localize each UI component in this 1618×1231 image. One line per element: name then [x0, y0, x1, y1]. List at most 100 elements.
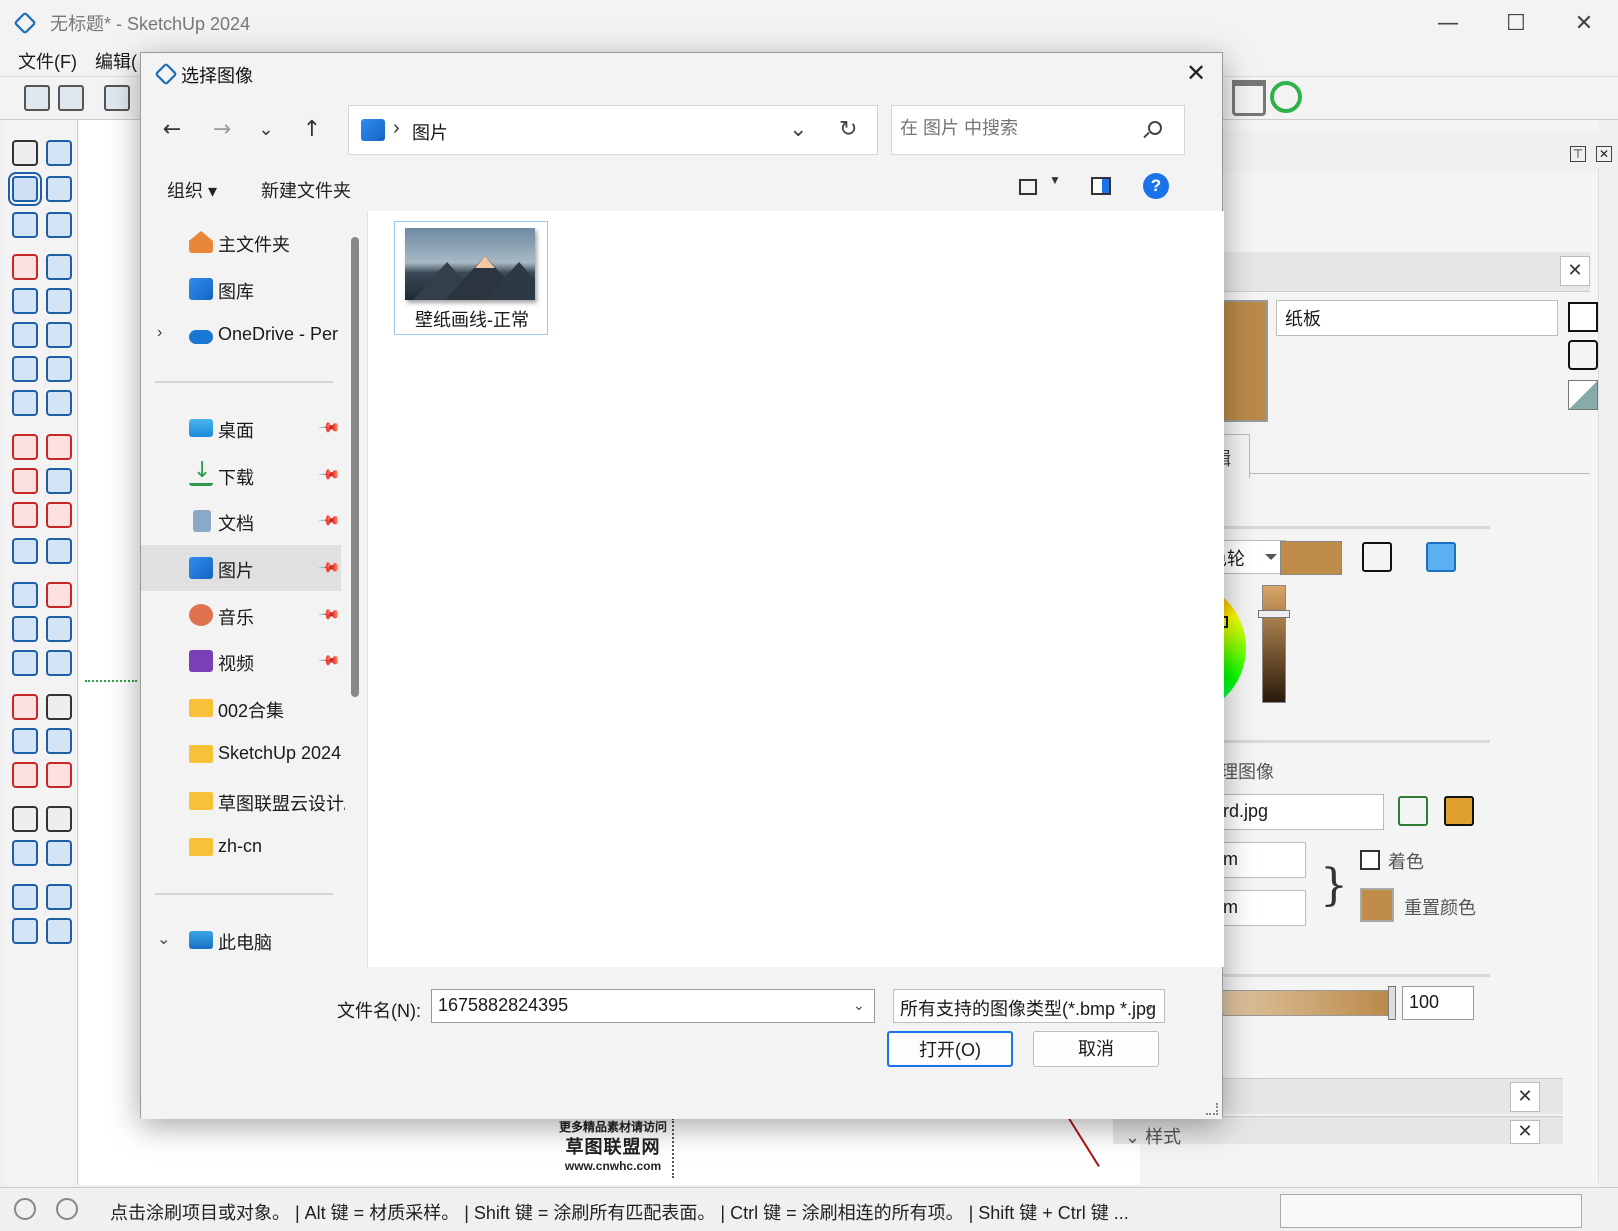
scale-icon[interactable] [12, 502, 38, 528]
rectangle-icon[interactable] [12, 288, 38, 314]
protractor-icon[interactable] [12, 616, 38, 642]
maximize-button[interactable]: ☐ [1482, 0, 1550, 46]
flip-icon[interactable] [12, 538, 38, 564]
zoom-extents-icon[interactable] [12, 762, 38, 788]
close-window-button[interactable]: ✕ [1550, 0, 1618, 46]
line-tool-icon[interactable] [12, 254, 38, 280]
match-color-model-icon[interactable] [1362, 542, 1392, 572]
search-box[interactable] [891, 105, 1185, 155]
nav-item-folder-cnwhc[interactable]: 草图联盟云设计/ [141, 778, 349, 824]
search-input[interactable] [900, 118, 1140, 139]
dialog-close-button[interactable]: ✕ [1176, 53, 1216, 93]
previous-view-icon[interactable] [46, 762, 72, 788]
chevron-down-icon[interactable]: ⌄ [157, 929, 170, 949]
help-icon[interactable]: ? [1143, 173, 1169, 199]
top-view-icon[interactable] [58, 85, 84, 111]
nav-item-pictures[interactable]: 图片 📌 [141, 545, 342, 591]
eraser-icon[interactable] [46, 176, 72, 202]
tag-icon[interactable] [46, 212, 72, 238]
rotate-icon[interactable] [12, 468, 38, 494]
zoom-icon[interactable] [12, 728, 38, 754]
tray-scrollbar[interactable] [1598, 168, 1616, 1183]
arc-icon[interactable] [12, 356, 38, 382]
filetype-dropdown-icon[interactable]: ⌄ [1143, 997, 1155, 1014]
tape-measure-icon[interactable] [12, 582, 38, 608]
nav-item-music[interactable]: 音乐 📌 [141, 592, 342, 638]
refresh-icon[interactable]: ↻ [839, 116, 857, 142]
dimension-icon[interactable] [46, 582, 72, 608]
arc2-icon[interactable] [46, 356, 72, 382]
3d-text-icon[interactable] [46, 650, 72, 676]
component-icon[interactable] [12, 212, 38, 238]
address-bar[interactable]: › 图片 ⌄ ↻ [348, 105, 878, 155]
front-view-icon[interactable] [104, 85, 130, 111]
up-arrow-icon[interactable]: ↑ [297, 115, 327, 145]
add-to-model-icon[interactable] [1568, 340, 1598, 370]
browse-texture-icon[interactable] [1398, 796, 1428, 826]
timer-icon[interactable] [1270, 81, 1302, 113]
smoove-icon[interactable] [46, 884, 72, 910]
preview-pane-icon[interactable] [1091, 177, 1111, 195]
organize-menu[interactable]: 组织 ▾ [167, 177, 217, 203]
paint-bucket-icon[interactable] [8, 172, 42, 206]
nav-item-folder-sketchup[interactable]: SketchUp 2024 [141, 731, 341, 777]
breadcrumb-pictures[interactable]: 图片 [412, 119, 448, 145]
rotated-rect-icon[interactable] [46, 288, 72, 314]
opacity-spinner[interactable]: 100 [1402, 986, 1474, 1020]
open-button[interactable]: 打开(O) [887, 1031, 1013, 1067]
nav-scrollbar[interactable] [345, 211, 365, 967]
create-material-icon[interactable] [1568, 302, 1598, 332]
cancel-button[interactable]: 取消 [1033, 1031, 1159, 1067]
filename-dropdown-icon[interactable]: ⌄ [853, 997, 865, 1014]
nav-item-home[interactable]: 主文件夹 [141, 219, 341, 265]
colorize-checkbox[interactable] [1360, 850, 1380, 870]
reset-color-swatch[interactable] [1360, 888, 1394, 922]
pin-icon[interactable]: 📌 [318, 415, 342, 439]
pin-icon[interactable]: 📌 [318, 648, 342, 672]
sample-paint-icon[interactable] [1568, 380, 1598, 410]
chevron-right-icon[interactable]: › [157, 324, 162, 342]
pin-icon[interactable]: 📌 [318, 462, 342, 486]
lasso-select-icon[interactable] [46, 140, 72, 166]
components-close-button[interactable]: ✕ [1510, 1082, 1540, 1112]
edit-texture-icon[interactable] [1444, 796, 1474, 826]
panel-styles[interactable]: ⌄ 样式 [1113, 1116, 1563, 1147]
iso-view-icon[interactable] [24, 85, 50, 111]
menu-file[interactable]: 文件(F) [18, 48, 77, 74]
tray-close-icon[interactable]: ✕ [1596, 146, 1612, 162]
file-item[interactable]: 壁纸画线-正常 [394, 221, 548, 335]
offset-icon[interactable] [46, 502, 72, 528]
filetype-select[interactable]: 所有支持的图像类型(*.bmp *.jpg [893, 989, 1165, 1023]
nav-item-downloads[interactable]: 下载 📌 [141, 452, 342, 498]
brightness-slider[interactable] [1262, 585, 1286, 703]
drape-icon[interactable] [46, 918, 72, 944]
search-icon[interactable] [1148, 121, 1162, 135]
nav-item-folder-002[interactable]: 002合集 [141, 685, 341, 731]
freehand-icon[interactable] [46, 254, 72, 280]
walk-icon[interactable] [46, 806, 72, 832]
pin-icon[interactable]: 📌 [318, 555, 342, 579]
text-icon[interactable] [46, 616, 72, 642]
pin-icon[interactable]: 📌 [318, 602, 342, 626]
trash-icon[interactable] [1232, 80, 1266, 116]
circle-icon[interactable] [12, 322, 38, 348]
nav-item-videos[interactable]: 视频 📌 [141, 638, 342, 684]
zoom-window-icon[interactable] [46, 728, 72, 754]
geo-location-icon[interactable] [14, 1198, 36, 1220]
new-folder-button[interactable]: 新建文件夹 [261, 177, 351, 203]
view-mode-dropdown-icon[interactable]: ▼ [1049, 173, 1061, 187]
follow-me-icon[interactable] [46, 468, 72, 494]
move-icon[interactable] [12, 434, 38, 460]
look-around-icon[interactable] [12, 840, 38, 866]
axes-icon[interactable] [12, 650, 38, 676]
stamp-icon[interactable] [12, 918, 38, 944]
arc3-icon[interactable] [12, 390, 38, 416]
materials-close-button[interactable]: ✕ [1560, 256, 1590, 286]
info-icon[interactable] [56, 1198, 78, 1220]
forward-arrow-icon[interactable]: → [207, 115, 237, 145]
nav-scroll-thumb[interactable] [351, 237, 359, 697]
menu-edit[interactable]: 编辑( [95, 48, 137, 74]
filename-input[interactable]: 1675882824395 [431, 989, 875, 1023]
pin-icon[interactable]: 📌 [318, 508, 342, 532]
styles-close-button[interactable]: ✕ [1510, 1120, 1540, 1144]
